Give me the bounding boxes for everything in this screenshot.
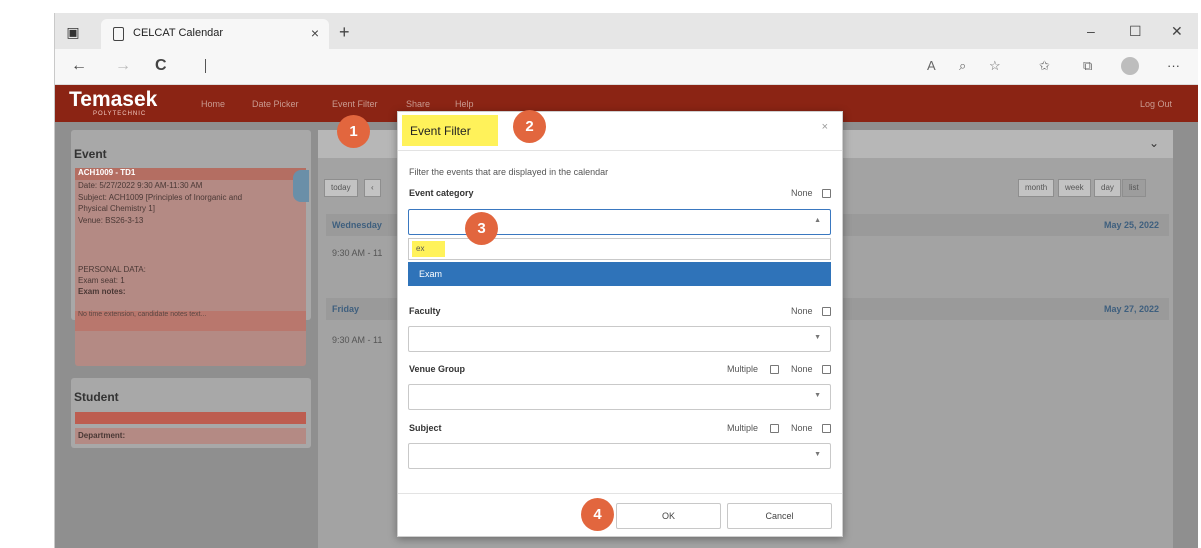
divider (398, 150, 842, 151)
page-icon (113, 27, 124, 41)
subject-select[interactable]: ▼ (408, 443, 831, 469)
tab-bar: ▣ CELCAT Calendar × + – ☐ ✕ (55, 13, 1198, 49)
minimize-button[interactable]: – (1087, 23, 1095, 39)
exam-notes: No time extension, candidate notes text.… (75, 311, 306, 331)
chevron-down-icon[interactable]: ⌄ (1149, 136, 1159, 150)
subject-multiple-checkbox[interactable] (770, 424, 779, 433)
temasek-logo[interactable]: Temasek (69, 88, 157, 112)
nav-share[interactable]: Share (406, 99, 430, 109)
view-list[interactable]: list (1122, 179, 1146, 197)
exam-seat: Exam seat: 1 (78, 276, 125, 285)
dialog-title: Event Filter (410, 124, 471, 138)
logout-link[interactable]: Log Out (1140, 99, 1172, 109)
exam-notes-label: Exam notes: (78, 287, 126, 296)
student-name-redacted (75, 412, 306, 424)
today-button[interactable]: today (324, 179, 358, 197)
event-card: ACH1009 - TD1 Date: 5/27/2022 9:30 AM-11… (75, 168, 306, 366)
event-time[interactable]: 9:30 AM - 11 (332, 248, 382, 258)
dropdown-option-exam[interactable]: Exam (408, 262, 831, 286)
address-bar[interactable] (193, 56, 913, 78)
day-date: May 27, 2022 (1103, 304, 1159, 314)
close-window-button[interactable]: ✕ (1171, 23, 1183, 40)
faculty-select[interactable]: ▼ (408, 326, 831, 352)
browser-toolbar: ← → C A ⌕ ☆ ✩ ⧉ ··· (55, 49, 1198, 85)
event-subject: Subject: ACH1009 [Principles of Inorgani… (78, 193, 243, 202)
search-text: ex (412, 241, 445, 257)
more-menu-icon[interactable]: ··· (1167, 58, 1180, 73)
cancel-button[interactable]: Cancel (727, 503, 832, 529)
dropdown-arrow-icon: ▲ (814, 217, 821, 224)
profile-avatar[interactable] (1121, 57, 1139, 75)
nav-date-picker[interactable]: Date Picker (252, 99, 299, 109)
logo-subtitle: POLYTECHNIC (93, 111, 147, 117)
callout-badge: 2 (513, 110, 546, 143)
student-heading: Student (74, 390, 119, 404)
faculty-label: Faculty (409, 306, 441, 316)
callout-badge: 3 (465, 212, 498, 245)
callout-badge: 1 (337, 115, 370, 148)
new-tab-button[interactable]: + (339, 22, 350, 43)
event-heading: Event (74, 147, 107, 161)
back-button[interactable]: ← (71, 57, 87, 75)
faculty-none-checkbox[interactable] (822, 307, 831, 316)
prev-button[interactable]: ‹ (364, 179, 381, 197)
dialog-description: Filter the events that are displayed in … (409, 167, 609, 177)
dropdown-arrow-icon: ▼ (814, 451, 821, 458)
tab-title: CELCAT Calendar (133, 27, 224, 39)
venue-group-label: Venue Group (409, 364, 466, 374)
event-code: ACH1009 - TD1 (75, 168, 306, 180)
venue-group-none-checkbox[interactable] (822, 365, 831, 374)
collections-icon[interactable]: ⧉ (1083, 58, 1092, 74)
event-filter-dialog: Event Filter × Filter the events that ar… (397, 111, 843, 537)
maximize-button[interactable]: ☐ (1129, 23, 1142, 40)
venue-group-select[interactable]: ▼ (408, 384, 831, 410)
zoom-icon[interactable]: ⌕ (959, 58, 966, 74)
nav-help[interactable]: Help (455, 99, 474, 109)
event-category-none-checkbox[interactable] (822, 189, 831, 198)
day-date: May 25, 2022 (1103, 220, 1159, 230)
view-week[interactable]: week (1058, 179, 1091, 197)
none-label: None (791, 423, 813, 433)
text-caret (205, 59, 206, 73)
divider (398, 493, 842, 494)
close-icon[interactable]: × (822, 121, 828, 133)
reload-button[interactable]: C (155, 57, 167, 75)
browser-tab[interactable]: CELCAT Calendar × (101, 19, 329, 49)
view-day[interactable]: day (1094, 179, 1121, 197)
tab-close-icon[interactable]: × (311, 25, 319, 41)
dropdown-arrow-icon: ▼ (814, 334, 821, 341)
dropdown-arrow-icon: ▼ (814, 392, 821, 399)
read-aloud-icon[interactable]: A (927, 58, 936, 73)
subject-none-checkbox[interactable] (822, 424, 831, 433)
subject-label: Subject (409, 423, 442, 433)
day-name: Friday (332, 304, 360, 314)
screenshot: ▣ CELCAT Calendar × + – ☐ ✕ ← → C A ⌕ ☆ … (0, 0, 1201, 548)
collapse-panel-handle[interactable] (293, 170, 309, 202)
event-venue: Venue: BS26-3-13 (78, 216, 144, 225)
venue-group-multiple-checkbox[interactable] (770, 365, 779, 374)
view-month[interactable]: month (1018, 179, 1055, 197)
multiple-label: Multiple (727, 364, 759, 374)
callout-badge: 4 (581, 498, 614, 531)
none-label: None (791, 188, 813, 198)
personal-data-label: PERSONAL DATA: (78, 265, 146, 274)
favorites-icon[interactable]: ✩ (1039, 58, 1050, 74)
none-label: None (791, 364, 813, 374)
none-label: None (791, 306, 813, 316)
event-category-label: Event category (409, 188, 474, 198)
nav-home[interactable]: Home (201, 99, 225, 109)
event-subject-cont: Physical Chemistry 1] (78, 204, 155, 213)
forward-button[interactable]: → (115, 57, 131, 75)
day-name: Wednesday (332, 220, 382, 230)
department-label: Department: (75, 428, 306, 444)
nav-event-filter[interactable]: Event Filter (332, 99, 378, 109)
ok-button[interactable]: OK (616, 503, 721, 529)
tab-actions-icon[interactable]: ▣ (63, 22, 83, 42)
multiple-label: Multiple (727, 423, 759, 433)
event-date: Date: 5/27/2022 9:30 AM-11:30 AM (78, 181, 203, 190)
event-time[interactable]: 9:30 AM - 11 (332, 335, 382, 345)
add-favorite-icon[interactable]: ☆ (989, 58, 1001, 74)
